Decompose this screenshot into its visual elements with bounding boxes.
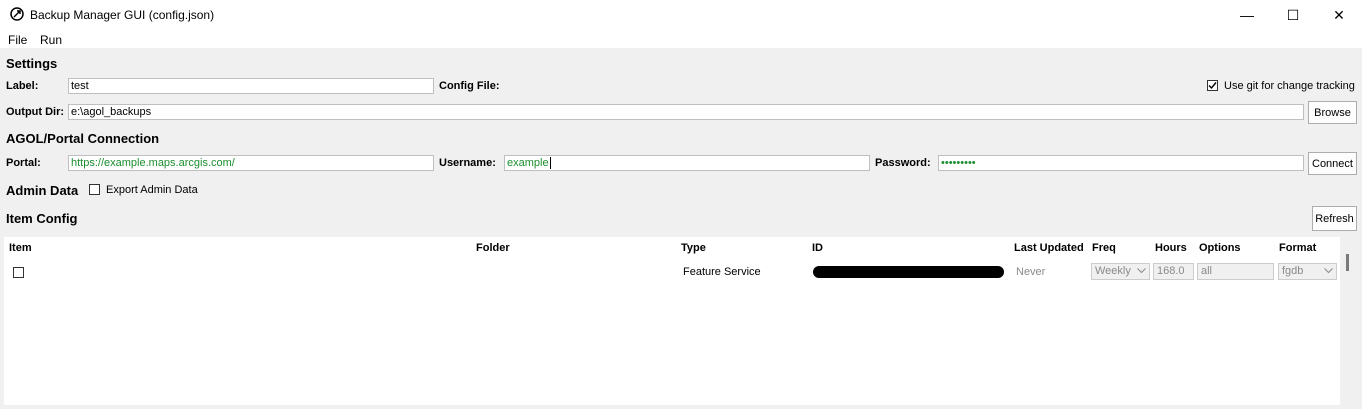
output-dir-input[interactable]: e:\agol_backups: [68, 104, 1304, 120]
chevron-down-icon: [1137, 268, 1146, 274]
col-format: Format: [1279, 242, 1317, 254]
col-item: Item: [9, 242, 32, 254]
maximize-icon: ☐: [1286, 6, 1300, 23]
item-config-heading: Item Config: [6, 211, 78, 226]
col-folder: Folder: [476, 242, 510, 254]
row-last-updated: Never: [1016, 266, 1046, 278]
format-select[interactable]: fgdb: [1278, 263, 1337, 280]
menu-bar: [0, 30, 1362, 48]
options-input[interactable]: all: [1197, 263, 1274, 280]
username-value: example: [507, 157, 549, 169]
scrollbar-thumb[interactable]: [1346, 254, 1349, 271]
username-input[interactable]: example: [504, 155, 870, 171]
app-icon: [10, 7, 24, 21]
freq-select[interactable]: Weekly: [1091, 263, 1150, 280]
freq-value: Weekly: [1095, 265, 1131, 277]
col-id: ID: [812, 242, 823, 254]
window-title: Backup Manager GUI (config.json): [30, 8, 215, 22]
browse-button[interactable]: Browse: [1308, 101, 1357, 124]
col-hours: Hours: [1155, 242, 1187, 254]
config-file-label: Config File:: [439, 80, 500, 92]
export-admin-label: Export Admin Data: [106, 184, 198, 196]
row-checkbox[interactable]: [13, 267, 24, 278]
connect-button[interactable]: Connect: [1308, 152, 1357, 175]
row-type: Feature Service: [683, 266, 761, 278]
connection-heading: AGOL/Portal Connection: [6, 131, 160, 146]
admin-heading: Admin Data: [6, 183, 79, 198]
col-type: Type: [681, 242, 706, 254]
close-button[interactable]: ✕: [1316, 0, 1362, 30]
maximize-button[interactable]: ☐: [1270, 0, 1316, 30]
portal-label: Portal:: [6, 157, 41, 169]
col-options: Options: [1199, 242, 1241, 254]
menu-file[interactable]: File: [8, 33, 27, 47]
password-label: Password:: [875, 157, 931, 169]
text-cursor: [549, 157, 551, 169]
label-input[interactable]: test: [68, 78, 434, 94]
close-icon: ✕: [1333, 6, 1345, 23]
git-checkbox[interactable]: [1207, 80, 1218, 91]
hours-input[interactable]: 168.0: [1153, 263, 1194, 280]
menu-run[interactable]: Run: [40, 33, 62, 47]
refresh-button[interactable]: Refresh: [1312, 206, 1357, 231]
label-label: Label:: [6, 80, 39, 92]
export-admin-checkbox[interactable]: [89, 184, 100, 195]
check-icon: [1208, 82, 1217, 90]
username-label: Username:: [439, 157, 496, 169]
row-id-redacted: [813, 266, 1004, 278]
minimize-button[interactable]: —: [1224, 0, 1270, 30]
chevron-down-icon: [1324, 268, 1333, 274]
password-input[interactable]: •••••••••: [938, 155, 1304, 171]
col-last-updated: Last Updated: [1014, 242, 1084, 254]
portal-input[interactable]: https://example.maps.arcgis.com/: [68, 155, 434, 171]
col-freq: Freq: [1092, 242, 1116, 254]
minimize-icon: —: [1240, 7, 1254, 23]
git-label: Use git for change tracking: [1224, 80, 1355, 92]
format-value: fgdb: [1282, 265, 1304, 277]
vertical-scrollbar[interactable]: [1340, 237, 1358, 405]
settings-heading: Settings: [6, 56, 58, 71]
output-dir-label: Output Dir:: [6, 106, 65, 118]
